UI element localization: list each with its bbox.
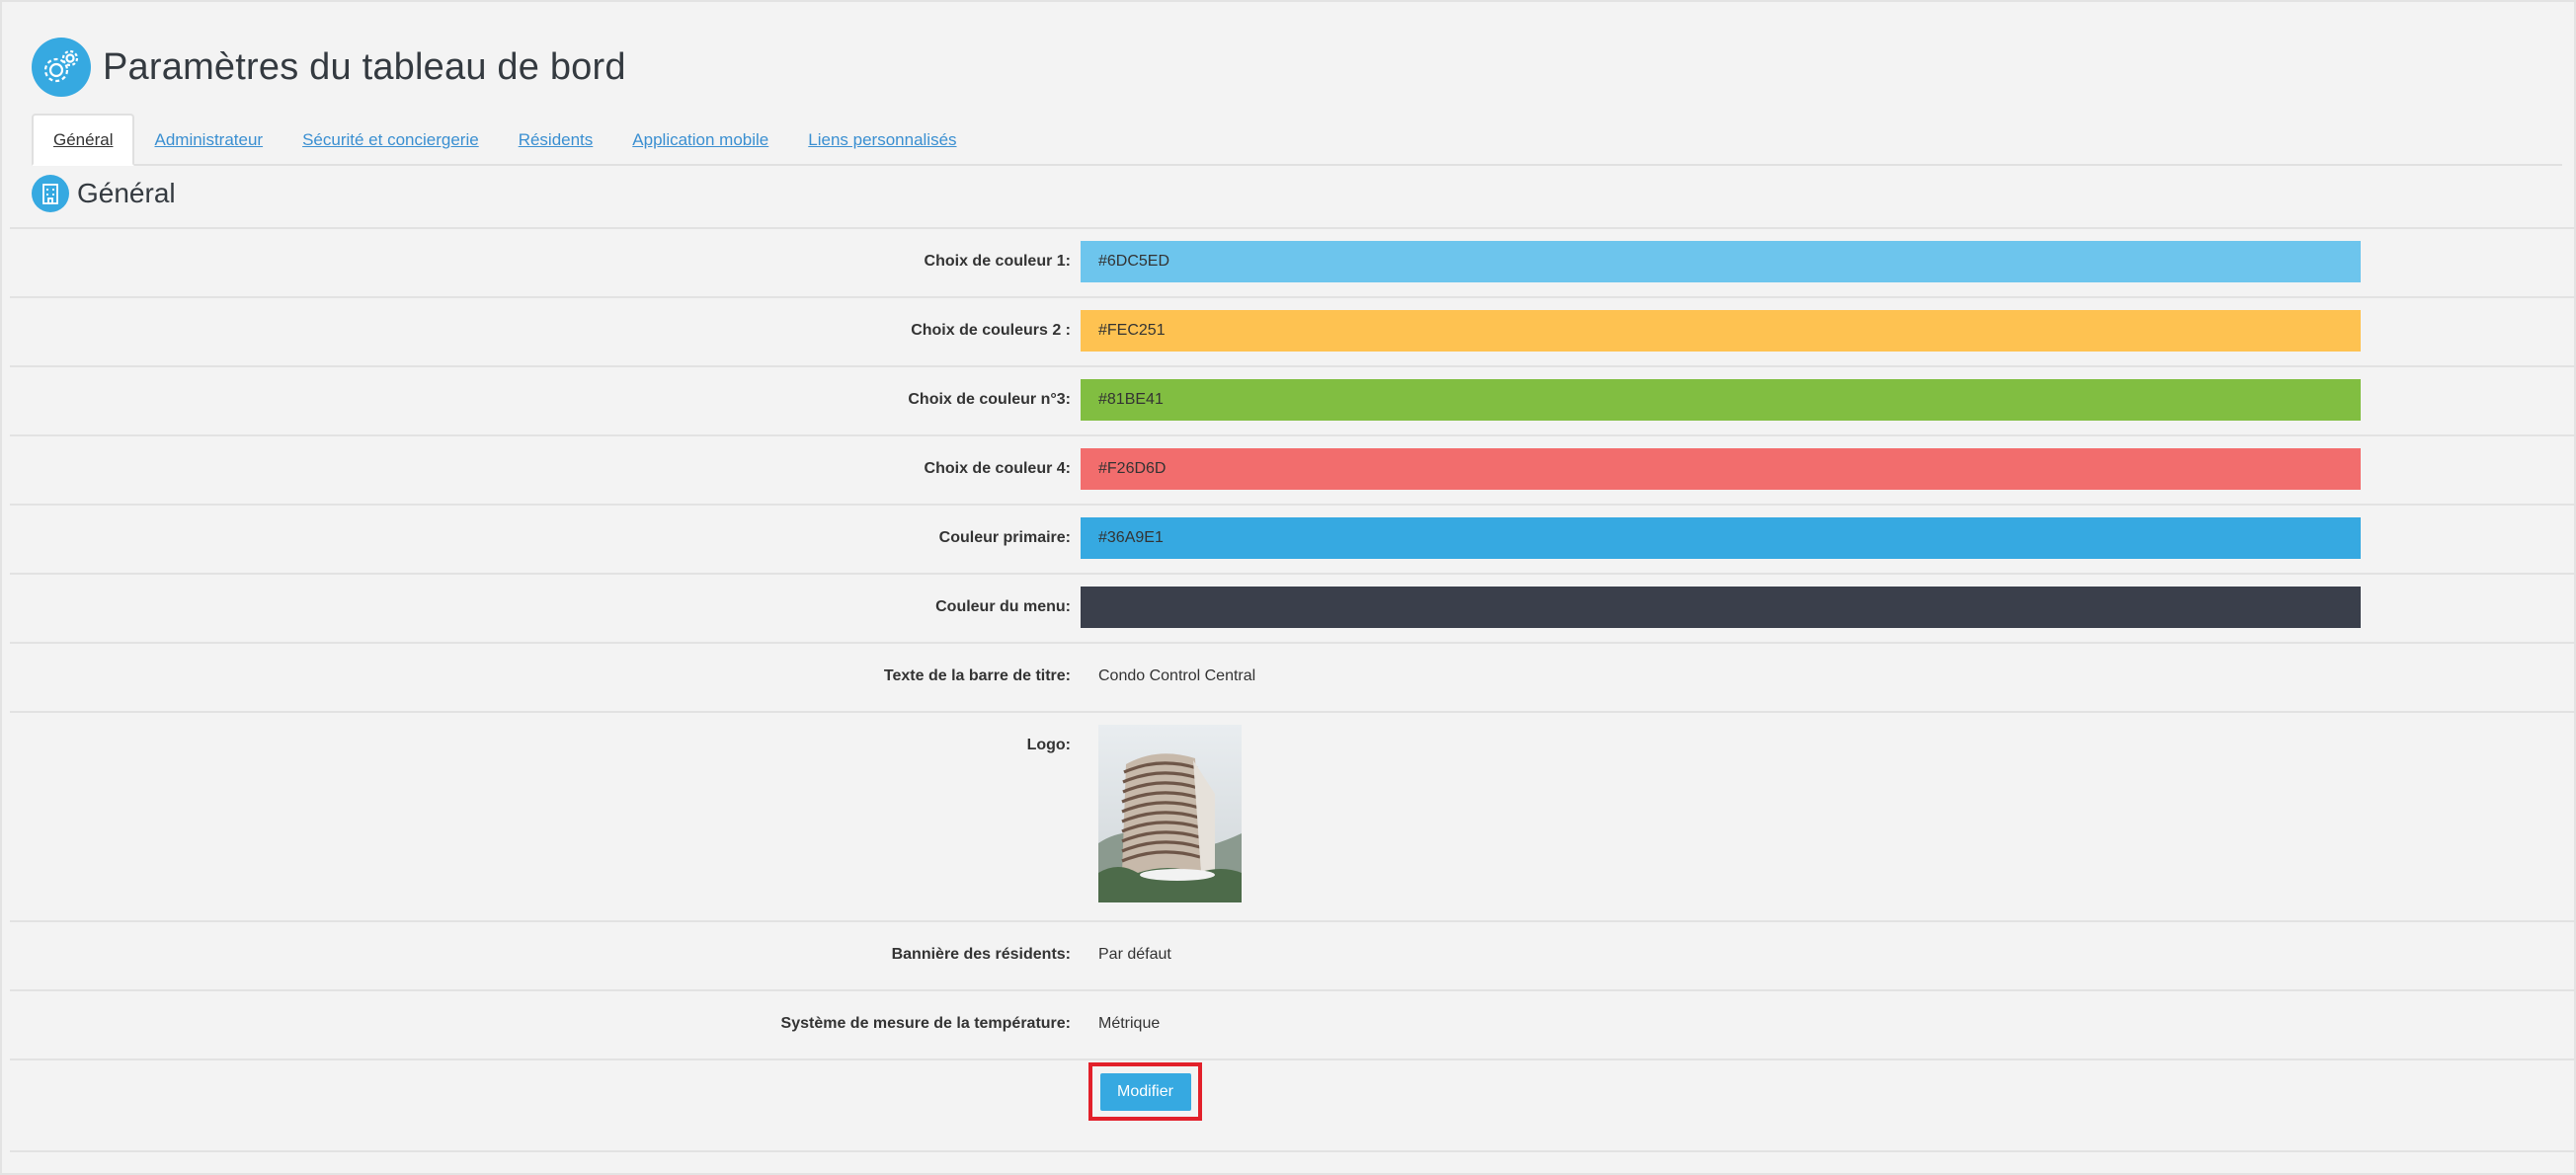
title-bar-label: Texte de la barre de titre: xyxy=(883,667,1071,684)
modify-button-highlight: Modifier xyxy=(1088,1062,1202,1121)
menu-color-row: Couleur du menu: xyxy=(10,573,2575,642)
page-header: Paramètres du tableau de bord xyxy=(32,38,626,97)
title-bar-row: Texte de la barre de titre: Condo Contro… xyxy=(10,642,2575,711)
color2-swatch[interactable]: #FEC251 xyxy=(1081,310,2361,352)
color4-row: Choix de couleur 4: #F26D6D xyxy=(10,434,2575,504)
tab-administrateur[interactable]: Administrateur xyxy=(134,116,282,164)
color1-swatch[interactable]: #6DC5ED xyxy=(1081,241,2361,282)
resident-banner-label: Bannière des résidents: xyxy=(891,946,1071,963)
primary-color-label: Couleur primaire: xyxy=(938,529,1071,546)
actions-row: Modifier xyxy=(10,1058,2575,1152)
color1-row: Choix de couleur 1: #6DC5ED xyxy=(10,227,2575,296)
title-bar-value: Condo Control Central xyxy=(1098,667,1256,684)
page-title: Paramètres du tableau de bord xyxy=(103,45,626,88)
logo-row: Logo: xyxy=(10,711,2575,920)
tab-bar: Général Administrateur Sécurité et conci… xyxy=(32,114,2562,166)
tab-residents[interactable]: Résidents xyxy=(499,116,613,164)
tab-securite-conciergerie[interactable]: Sécurité et conciergerie xyxy=(282,116,499,164)
settings-form: Choix de couleur 1: #6DC5ED Choix de cou… xyxy=(10,227,2575,1152)
resident-banner-row: Bannière des résidents: Par défaut xyxy=(10,920,2575,989)
primary-color-swatch[interactable]: #36A9E1 xyxy=(1081,517,2361,559)
section-title: Général xyxy=(77,178,176,208)
color4-swatch[interactable]: #F26D6D xyxy=(1081,448,2361,490)
temperature-label: Système de mesure de la température: xyxy=(780,1015,1071,1032)
color3-row: Choix de couleur n°3: #81BE41 xyxy=(10,365,2575,434)
page: Paramètres du tableau de bord Général Ad… xyxy=(0,0,2576,1175)
tab-general[interactable]: Général xyxy=(32,114,135,166)
color1-label: Choix de couleur 1: xyxy=(924,253,1071,270)
menu-color-swatch[interactable] xyxy=(1081,587,2361,628)
color3-swatch[interactable]: #81BE41 xyxy=(1081,379,2361,421)
color2-row: Choix de couleurs 2 : #FEC251 xyxy=(10,296,2575,365)
logo-image xyxy=(1098,725,1242,902)
modify-button[interactable]: Modifier xyxy=(1099,1072,1191,1111)
section-header: Général xyxy=(32,175,176,212)
temperature-value: Métrique xyxy=(1098,1015,1161,1032)
color4-label: Choix de couleur 4: xyxy=(924,460,1071,477)
temperature-row: Système de mesure de la température: Mét… xyxy=(10,989,2575,1058)
gears-icon xyxy=(32,38,91,97)
color3-label: Choix de couleur n°3: xyxy=(908,391,1071,408)
tab-liens-personnalises[interactable]: Liens personnalisés xyxy=(788,116,976,164)
menu-color-label: Couleur du menu: xyxy=(935,598,1071,615)
primary-color-row: Couleur primaire: #36A9E1 xyxy=(10,504,2575,573)
tab-application-mobile[interactable]: Application mobile xyxy=(612,116,788,164)
logo-label: Logo: xyxy=(1026,737,1071,753)
building-icon xyxy=(32,175,69,212)
color2-label: Choix de couleurs 2 : xyxy=(911,322,1071,339)
resident-banner-value: Par défaut xyxy=(1098,946,1171,963)
